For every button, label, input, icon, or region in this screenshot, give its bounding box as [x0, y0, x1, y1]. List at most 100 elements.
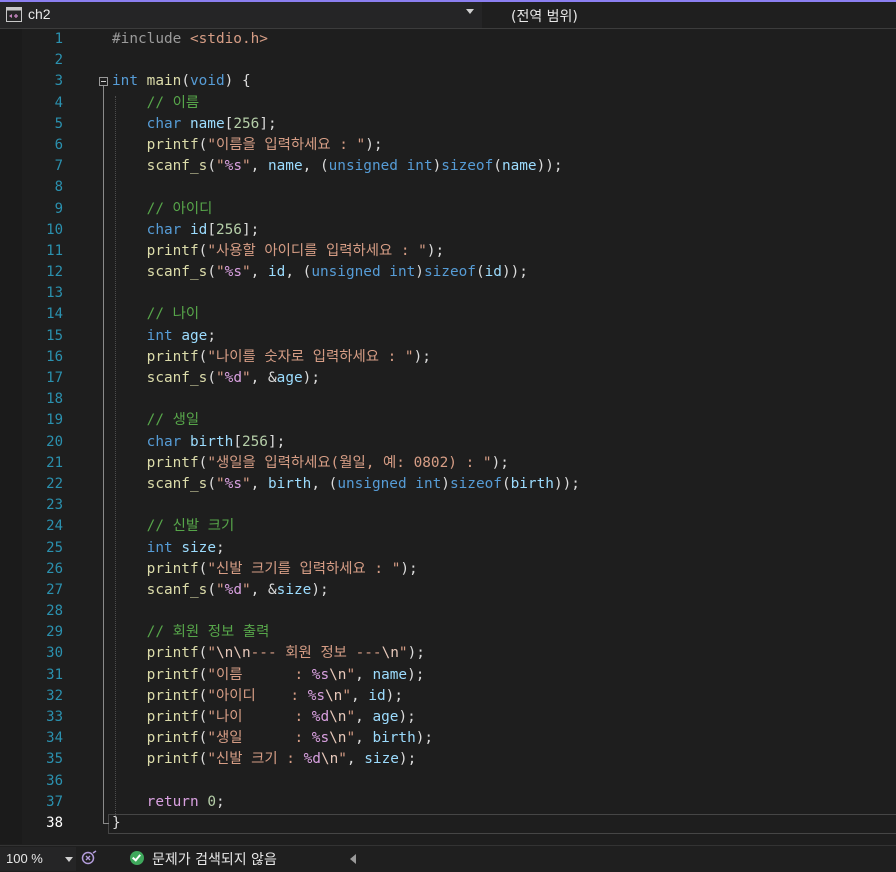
code-text[interactable]: scanf_s("%s", birth, (unsigned int)sizeo…	[112, 474, 580, 495]
code-line[interactable]: 33 printf("나이 : %d\n", age);	[0, 707, 896, 728]
code-line[interactable]: 32 printf("아이디 : %s\n", id);	[0, 686, 896, 707]
code-text[interactable]: char birth[256];	[112, 432, 286, 453]
code-line[interactable]: 36	[0, 771, 896, 792]
code-token: ;	[207, 327, 216, 344]
code-text[interactable]: printf("신발 크기를 입력하세요 : ");	[112, 559, 418, 580]
code-token: // 이름	[146, 94, 200, 111]
code-text[interactable]: int main(void) {	[112, 71, 251, 92]
code-line[interactable]: 37 return 0;	[0, 792, 896, 813]
code-line[interactable]: 6 printf("이름을 입력하세요 : ");	[0, 135, 896, 156]
code-text[interactable]: return 0;	[112, 792, 225, 813]
code-line[interactable]: 19 // 생일	[0, 410, 896, 431]
code-token: "신발 크기 :	[207, 751, 304, 768]
code-text[interactable]: printf("신발 크기 : %d\n", size);	[112, 749, 417, 770]
chevron-down-icon[interactable]	[65, 857, 73, 862]
scope-dropdown[interactable]: (전역 범위)	[490, 2, 896, 28]
code-line[interactable]: 7 scanf_s("%s", name, (unsigned int)size…	[0, 156, 896, 177]
code-text[interactable]: char name[256];	[112, 114, 277, 135]
code-line[interactable]: 25 int size;	[0, 538, 896, 559]
code-text[interactable]: printf("사용할 아이디를 입력하세요 : ");	[112, 241, 445, 262]
code-text[interactable]: printf("생일 : %s\n", birth);	[112, 728, 433, 749]
code-line[interactable]: 38}	[0, 813, 896, 834]
code-line[interactable]: 14 // 나이	[0, 304, 896, 325]
code-line[interactable]: 9 // 아이디	[0, 199, 896, 220]
code-text[interactable]: char id[256];	[112, 220, 260, 241]
code-text[interactable]: scanf_s("%s", name, (unsigned int)sizeof…	[112, 156, 563, 177]
code-token: (	[198, 242, 208, 259]
code-line[interactable]: 1 #include <stdio.h>	[0, 29, 896, 50]
line-number: 17	[46, 370, 63, 386]
code-line[interactable]: 21 printf("생일을 입력하세요(월일, 예: 0802) : ");	[0, 453, 896, 474]
code-token: ));	[536, 158, 563, 175]
code-line[interactable]: 18	[0, 389, 896, 410]
code-text[interactable]: printf("이름을 입력하세요 : ");	[112, 135, 383, 156]
code-text[interactable]: // 아이디	[112, 199, 213, 220]
code-line[interactable]: 34 printf("생일 : %s\n", birth);	[0, 728, 896, 749]
code-text[interactable]: }	[112, 813, 121, 834]
code-token: %d	[303, 751, 321, 768]
code-text[interactable]: // 이름	[112, 93, 199, 114]
code-line[interactable]: 10 char id[256];	[0, 220, 896, 241]
code-editor[interactable]: 1 #include <stdio.h> 2 3 int main(void) {4 /…	[0, 29, 896, 844]
code-text[interactable]: scanf_s("%d", &age);	[112, 368, 320, 389]
code-text[interactable]: // 신발 크기	[112, 516, 235, 537]
code-line[interactable]: 35 printf("신발 크기 : %d\n", size);	[0, 749, 896, 770]
code-line[interactable]: 11 printf("사용할 아이디를 입력하세요 : ");	[0, 241, 896, 262]
code-text[interactable]: scanf_s("%d", &size);	[112, 580, 329, 601]
code-token: (	[207, 264, 216, 281]
code-cleanup-icon[interactable]	[81, 850, 97, 866]
code-text[interactable]: printf("나이 : %d\n", age);	[112, 707, 416, 728]
code-line[interactable]: 3 int main(void) {	[0, 71, 896, 92]
code-text[interactable]: int size;	[112, 538, 225, 559]
code-line[interactable]: 4 // 이름	[0, 93, 896, 114]
cpp-project-icon	[6, 7, 22, 22]
code-line[interactable]: 13	[0, 283, 896, 304]
code-token: "	[207, 645, 216, 662]
project-dropdown[interactable]: ch2	[0, 2, 482, 28]
code-line[interactable]: 8	[0, 177, 896, 198]
code-line[interactable]: 5 char name[256];	[0, 114, 896, 135]
code-line[interactable]: 28	[0, 601, 896, 622]
code-token: birth	[510, 475, 554, 492]
code-token: "	[346, 709, 356, 725]
code-token: ) {	[224, 73, 251, 90]
code-token: [	[233, 433, 242, 450]
code-line[interactable]: 31 printf("이름 : %s\n", name);	[0, 665, 896, 686]
code-text[interactable]: printf("생일을 입력하세요(월일, 예: 0802) : ");	[112, 453, 509, 474]
code-text[interactable]: printf("\n\n--- 회원 정보 ---\n");	[112, 643, 425, 664]
code-line[interactable]: 23	[0, 495, 896, 516]
code-line[interactable]: 17 scanf_s("%d", &age);	[0, 368, 896, 389]
code-line[interactable]: 30 printf("\n\n--- 회원 정보 ---\n");	[0, 643, 896, 664]
code-line[interactable]: 15 int age;	[0, 326, 896, 347]
code-text[interactable]: printf("나이를 숫자로 입력하세요 : ");	[112, 347, 431, 368]
code-text[interactable]: // 생일	[112, 410, 199, 431]
code-line[interactable]: 20 char birth[256];	[0, 432, 896, 453]
code-token: (	[198, 751, 208, 768]
code-lines: 1 #include <stdio.h> 2 3 int main(void) {4 /…	[0, 29, 896, 834]
code-line[interactable]: 29 // 회원 정보 출력	[0, 622, 896, 643]
code-token: "	[215, 581, 225, 598]
code-line[interactable]: 2	[0, 50, 896, 71]
issues-status[interactable]: 문제가 검색되지 않음	[152, 849, 277, 869]
code-line[interactable]: 27 scanf_s("%d", &size);	[0, 580, 896, 601]
code-line[interactable]: 16 printf("나이를 숫자로 입력하세요 : ");	[0, 347, 896, 368]
line-number: 24	[46, 518, 63, 535]
code-line[interactable]: 26 printf("신발 크기를 입력하세요 : ");	[0, 559, 896, 580]
code-token: int	[146, 539, 173, 556]
code-text[interactable]: printf("이름 : %s\n", name);	[112, 665, 425, 686]
code-text[interactable]: // 나이	[112, 304, 199, 325]
code-text[interactable]: int age;	[112, 326, 216, 347]
code-line[interactable]: 24 // 신발 크기	[0, 516, 896, 537]
code-text[interactable]: #include <stdio.h>	[112, 29, 268, 50]
chevron-down-icon[interactable]	[466, 9, 474, 14]
code-text[interactable]: scanf_s("%s", id, (unsigned int)sizeof(i…	[112, 262, 528, 283]
zoom-dropdown[interactable]: 100 %	[0, 847, 76, 871]
code-text[interactable]: // 회원 정보 출력	[112, 622, 270, 643]
code-text[interactable]: printf("아이디 : %s\n", id);	[112, 686, 403, 707]
code-line[interactable]: 12 scanf_s("%s", id, (unsigned int)sizeo…	[0, 262, 896, 283]
scroll-left-icon[interactable]	[350, 854, 356, 864]
code-line[interactable]: 22 scanf_s("%s", birth, (unsigned int)si…	[0, 474, 896, 495]
